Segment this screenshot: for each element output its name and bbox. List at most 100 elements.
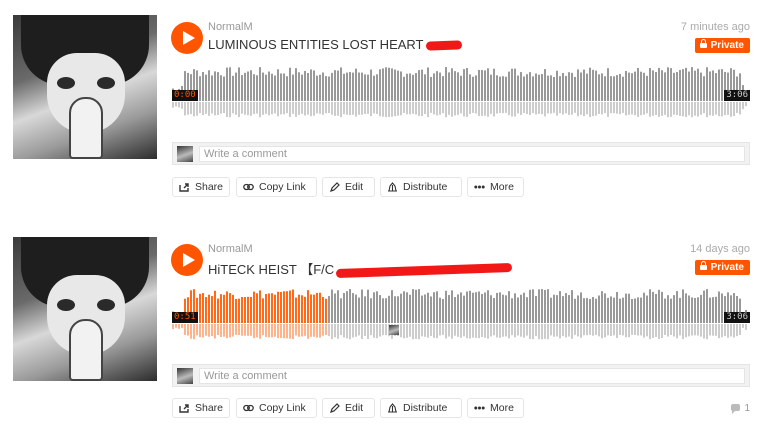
waveform-bar xyxy=(472,292,474,323)
waveform-bar xyxy=(463,69,465,101)
waveform-reflection xyxy=(187,324,189,336)
track-username[interactable]: NormalM xyxy=(208,21,253,33)
private-badge: Private xyxy=(694,260,750,275)
more-button[interactable]: More xyxy=(467,398,524,418)
waveform-bar xyxy=(250,70,252,101)
track-title[interactable]: LUMINOUS ENTITIES LOST HEART xyxy=(208,37,462,52)
waveform-reflection xyxy=(427,102,429,118)
track-duration: 3:06 xyxy=(724,90,750,101)
waveform-reflection xyxy=(286,324,288,339)
comment-bubble-icon xyxy=(731,404,741,414)
more-button[interactable]: More xyxy=(467,177,524,197)
private-badge: Private xyxy=(694,38,750,53)
waveform-reflection xyxy=(709,324,711,336)
track-artwork[interactable] xyxy=(13,237,157,381)
waveform-reflection xyxy=(280,102,282,115)
waveform-bars[interactable] xyxy=(172,285,750,341)
waveform-reflection xyxy=(532,102,534,114)
track-artwork[interactable] xyxy=(13,15,157,159)
comment-marker-avatar[interactable] xyxy=(389,325,399,335)
waveform-bar xyxy=(232,294,234,323)
waveform-bar xyxy=(445,67,447,101)
waveform-reflection xyxy=(517,102,519,114)
waveform-bar xyxy=(478,291,480,323)
distribute-icon xyxy=(388,403,397,413)
waveform-bar xyxy=(247,71,249,101)
waveform-reflection xyxy=(433,102,435,115)
waveform-reflection xyxy=(379,324,381,337)
waveform-reflection xyxy=(337,102,339,116)
waveform-reflection xyxy=(619,102,621,115)
waveform-bar xyxy=(595,298,597,323)
waveform-reflection xyxy=(691,102,693,118)
waveform-reflection xyxy=(199,324,201,338)
share-button[interactable]: Share xyxy=(172,398,230,418)
waveform-bar xyxy=(289,67,291,101)
waveform-bar xyxy=(553,294,555,323)
waveform-reflection xyxy=(223,102,225,114)
comment-input[interactable] xyxy=(199,146,745,162)
comment-input[interactable] xyxy=(199,368,745,384)
comments-count[interactable]: 1 xyxy=(731,403,750,414)
waveform-reflection xyxy=(616,324,618,338)
distribute-button[interactable]: Distribute xyxy=(380,177,462,197)
waveform-bar xyxy=(544,289,546,323)
track-username[interactable]: NormalM xyxy=(208,243,253,255)
waveform-reflection xyxy=(535,324,537,337)
waveform-bar xyxy=(601,73,603,101)
waveform-reflection xyxy=(487,102,489,117)
waveform-reflection xyxy=(481,102,483,116)
waveform-reflection xyxy=(172,324,174,330)
waveform-reflection xyxy=(316,324,318,338)
waveform-reflection xyxy=(580,102,582,115)
track-title-text[interactable]: HiTECK HEIST 【F/C xyxy=(208,262,334,277)
play-button[interactable] xyxy=(171,244,203,276)
waveform-reflection xyxy=(742,102,744,110)
waveform-bar xyxy=(409,294,411,323)
waveform-reflection xyxy=(391,102,393,117)
waveform-bar xyxy=(316,292,318,323)
share-button[interactable]: Share xyxy=(172,177,230,197)
waveform-reflection xyxy=(460,102,462,114)
waveform-bar xyxy=(454,71,456,101)
waveform-reflection xyxy=(583,102,585,117)
comment-bar xyxy=(172,142,750,165)
waveform-reflection xyxy=(370,324,372,336)
waveform-reflection xyxy=(739,324,741,335)
waveform-reflection xyxy=(733,324,735,338)
waveform-reflection xyxy=(724,324,726,337)
waveform-reflection xyxy=(268,102,270,116)
waveform-reflection xyxy=(409,102,411,115)
waveform-reflection xyxy=(472,324,474,338)
waveform-bar xyxy=(208,294,210,323)
edit-button[interactable]: Edit xyxy=(322,177,375,197)
waveform-reflection xyxy=(550,324,552,336)
waveform-reflection xyxy=(256,102,258,114)
waveform-bar xyxy=(568,72,570,101)
waveform-bar xyxy=(490,74,492,101)
distribute-label: Distribute xyxy=(403,402,448,414)
track-title-text[interactable]: LUMINOUS ENTITIES LOST HEART xyxy=(208,37,424,52)
waveform-bar xyxy=(691,297,693,323)
waveform-reflection xyxy=(376,102,378,115)
waveform[interactable] xyxy=(172,63,750,119)
waveform-reflection xyxy=(520,102,522,116)
waveform-reflection xyxy=(433,324,435,338)
waveform-bars[interactable] xyxy=(172,63,750,119)
edit-button[interactable]: Edit xyxy=(322,398,375,418)
waveform-reflection xyxy=(463,324,465,337)
waveform-bar xyxy=(325,76,327,101)
waveform-reflection xyxy=(340,324,342,336)
waveform-reflection xyxy=(277,102,279,117)
waveform-reflection xyxy=(526,324,528,336)
distribute-button[interactable]: Distribute xyxy=(380,398,462,418)
waveform[interactable] xyxy=(172,285,750,341)
track-title[interactable]: HiTECK HEIST 【F/C xyxy=(208,259,513,279)
play-button[interactable] xyxy=(171,22,203,54)
waveform-reflection xyxy=(673,324,675,337)
copy-link-button[interactable]: Copy Link xyxy=(236,398,317,418)
waveform-bar xyxy=(433,292,435,323)
waveform-reflection xyxy=(259,102,261,118)
copy-link-button[interactable]: Copy Link xyxy=(236,177,317,197)
waveform-bar xyxy=(277,69,279,101)
